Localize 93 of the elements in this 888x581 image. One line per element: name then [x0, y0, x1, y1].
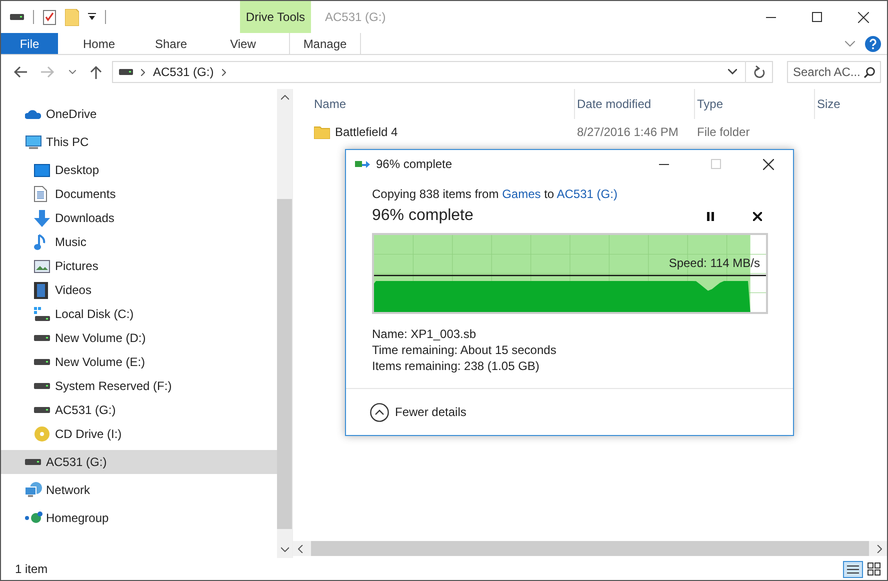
item-count: 1 item [15, 562, 48, 576]
drive-icon [34, 383, 50, 389]
nav-item[interactable]: Documents [1, 182, 277, 206]
monitor-icon [25, 134, 42, 150]
breadcrumb[interactable]: AC531 (G:) [153, 65, 214, 79]
column-header[interactable]: Size [815, 89, 875, 119]
search-icon [864, 67, 875, 78]
up-arrow-icon[interactable] [90, 65, 102, 79]
desktop-icon [34, 164, 50, 176]
detail-line: Time remaining: About 15 seconds [372, 342, 558, 358]
context-tab-group-label: Drive Tools [240, 1, 311, 33]
help-icon[interactable] [865, 36, 881, 52]
search-field[interactable]: Search AC... [787, 61, 881, 83]
nav-item[interactable]: Homegroup [1, 506, 277, 530]
nav-item[interactable]: Videos [1, 278, 277, 302]
progress-heading: 96% complete [372, 207, 474, 225]
details-view-icon[interactable] [843, 560, 863, 578]
down-arrow-icon [34, 210, 50, 226]
fewer-details-button[interactable]: Fewer details [370, 402, 466, 422]
ribbon-tab[interactable]: Share [140, 33, 202, 54]
picture-icon [34, 260, 50, 272]
chevron-right-icon[interactable] [877, 544, 882, 552]
copy-icon [355, 159, 370, 169]
column-header[interactable]: Type [695, 89, 815, 119]
nav-item[interactable]: Desktop [1, 158, 277, 182]
drive-icon [34, 407, 50, 413]
source-link[interactable]: Games [502, 187, 541, 201]
nav-item[interactable]: This PC [1, 130, 277, 154]
chevron-up-icon[interactable] [280, 95, 288, 100]
system-drive-icon [34, 307, 50, 321]
column-header[interactable]: Name [314, 89, 575, 119]
nav-item[interactable]: Music [1, 230, 277, 254]
nav-item[interactable]: CD Drive (I:) [1, 422, 277, 446]
table-cell-text: File folder [696, 125, 751, 139]
large-icons-view-icon[interactable] [867, 562, 881, 576]
ribbon-tab[interactable]: View [212, 33, 274, 54]
nav-item[interactable]: Pictures [1, 254, 277, 278]
ribbon-tab[interactable]: File [1, 33, 58, 54]
document-icon [34, 186, 47, 202]
file-name[interactable]: Battlefield 4 [335, 125, 398, 139]
chevron-down-icon[interactable] [69, 70, 76, 74]
cancel-icon[interactable] [753, 212, 762, 220]
ribbon-tab[interactable]: Home [68, 33, 130, 54]
drive-icon [34, 359, 50, 365]
detail-line: Items remaining: 238 (1.05 GB) [372, 358, 540, 374]
table-cell-text: 8/27/2016 1:46 PM [576, 125, 680, 139]
nav-item[interactable]: OneDrive [1, 102, 277, 126]
drive-icon [34, 335, 50, 341]
network-icon [25, 482, 43, 498]
maximize-icon[interactable] [812, 12, 822, 22]
nav-item[interactable]: Local Disk (C:) [1, 302, 277, 326]
scrollbar-thumb[interactable] [277, 198, 292, 528]
nav-item[interactable]: New Volume (E:) [1, 350, 277, 374]
detail-line: Name: XP1_003.sb [372, 326, 478, 342]
chevron-down-icon[interactable] [728, 69, 737, 75]
chevron-down-icon[interactable] [280, 547, 288, 552]
chevron-right-icon [222, 68, 226, 76]
refresh-icon[interactable] [754, 65, 766, 79]
drive-icon [119, 69, 133, 75]
nav-item[interactable]: New Volume (D:) [1, 326, 277, 350]
nav-item[interactable]: AC531 (G:) [1, 398, 277, 422]
music-note-icon [34, 234, 46, 250]
maximize-icon [711, 159, 721, 169]
properties-icon[interactable] [43, 9, 56, 25]
chevron-left-icon[interactable] [298, 544, 303, 552]
window-title: AC531 (G:) [325, 10, 386, 24]
nav-item[interactable]: Downloads [1, 206, 277, 230]
film-icon [34, 282, 48, 298]
drive-icon [10, 14, 24, 20]
back-arrow-icon[interactable] [13, 66, 27, 78]
destination-link[interactable]: AC531 (G:) [556, 187, 618, 201]
copy-description: Copying 838 items from Games to AC531 (G:) [372, 187, 618, 201]
chevron-right-icon [141, 68, 145, 76]
drive-icon [25, 459, 41, 465]
nav-item[interactable]: System Reserved (F:) [1, 374, 277, 398]
chevron-up-circle-icon [370, 402, 389, 422]
pause-icon[interactable] [707, 212, 714, 220]
column-header[interactable]: Date modified [575, 89, 695, 119]
nav-item[interactable]: AC531 (G:) [1, 450, 277, 474]
close-icon[interactable] [858, 12, 869, 22]
dropdown-icon[interactable] [88, 13, 96, 21]
address-bar[interactable]: AC531 (G:) [112, 61, 773, 83]
speed-label: Speed: 114 MB/s [668, 256, 760, 270]
nav-item[interactable]: Network [1, 478, 277, 502]
close-icon[interactable] [763, 158, 774, 170]
cloud-icon [25, 108, 41, 120]
folder-icon [314, 126, 330, 138]
homegroup-icon [25, 511, 43, 525]
scrollbar[interactable] [277, 89, 292, 558]
disc-icon [34, 426, 50, 442]
ribbon-tab[interactable]: Manage [289, 33, 361, 54]
minimize-icon[interactable] [766, 16, 776, 18]
dialog-title: 96% complete [376, 157, 452, 171]
